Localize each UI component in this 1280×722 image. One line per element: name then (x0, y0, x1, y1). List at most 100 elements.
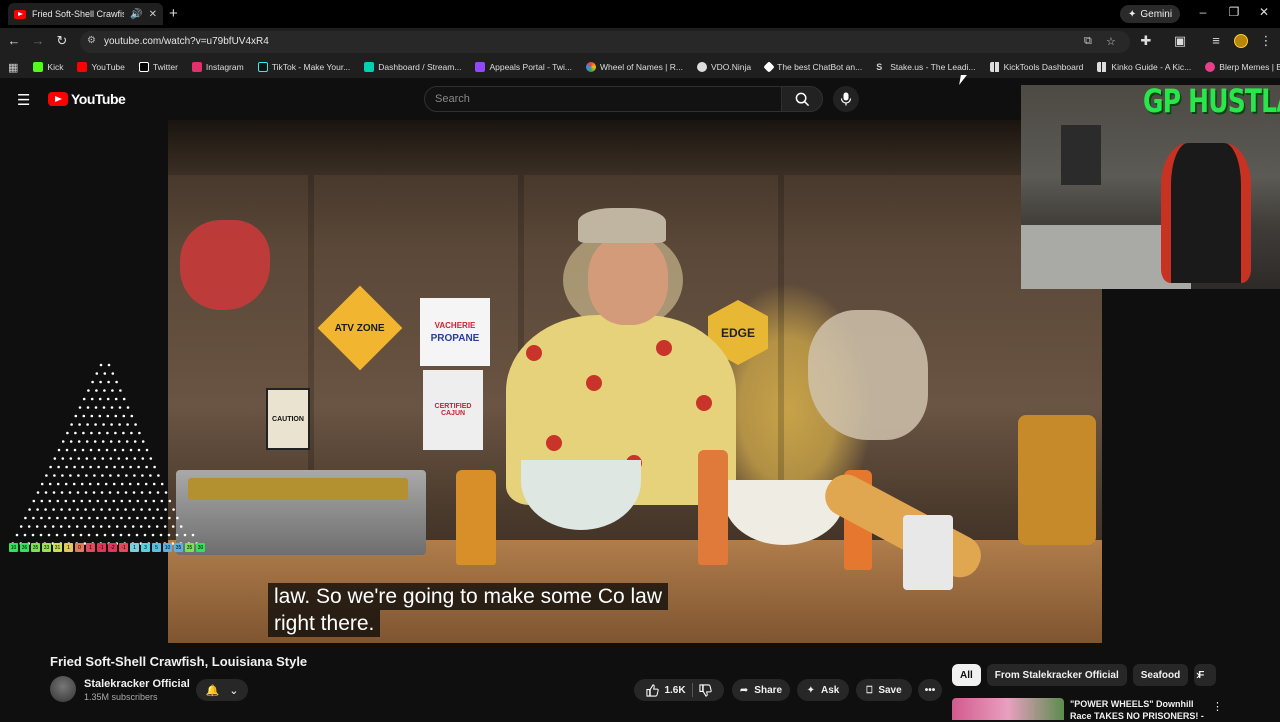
back-icon[interactable]: ← (6, 33, 22, 48)
visualizer-dot (149, 474, 152, 477)
chip-all[interactable]: All (952, 664, 981, 686)
search-input[interactable]: Search (424, 86, 782, 112)
more-vertical-icon[interactable]: ⋮ (1212, 700, 1223, 713)
cast-icon[interactable]: ⧉ (1084, 35, 1092, 48)
more-actions-button[interactable]: ••• (918, 679, 942, 701)
video-player[interactable]: ATV ZONE VACHERIE PROPANE CAUTION CERTIF… (168, 120, 1102, 643)
visualizer-dot (128, 499, 132, 503)
visualizer-dot (51, 525, 55, 528)
reload-icon[interactable]: ↻ (54, 33, 70, 49)
thumbs-down-icon[interactable] (698, 683, 712, 697)
reading-list-icon[interactable]: ≡ (1208, 33, 1224, 48)
visualizer-dot (49, 465, 52, 469)
apps-grid-icon[interactable]: ▦ (8, 61, 26, 74)
visualizer-dot (92, 491, 96, 494)
chip-seafood[interactable]: Seafood (1132, 664, 1189, 686)
menu-kebab-icon[interactable]: ⋮ (1258, 33, 1274, 49)
bookmark-vdo[interactable]: VDO.Ninja (690, 56, 758, 78)
visualizer-dot (68, 491, 72, 494)
bookmark-star-icon[interactable]: ☆ (1106, 35, 1116, 48)
animal-hide (808, 310, 928, 440)
x-icon (138, 62, 149, 72)
visualizer-dot (48, 499, 52, 503)
visualizer-dot (98, 414, 102, 418)
bookmark-wheel[interactable]: Wheel of Names | R... (579, 56, 690, 78)
address-bar[interactable]: ⚙ youtube.com/watch?v=u79bfUV4xR4 ⧉ ☆ (80, 31, 1130, 53)
visualizer-dot (36, 491, 40, 494)
like-button[interactable]: 1.6K (646, 683, 686, 697)
speaker-icon[interactable]: 🔊 (130, 9, 142, 20)
channel-avatar[interactable] (50, 676, 76, 702)
minimize-icon[interactable]: – (1193, 5, 1213, 19)
gemini-button[interactable]: ✦ Gemini (1120, 5, 1181, 23)
profile-avatar[interactable] (1234, 34, 1248, 48)
restore-icon[interactable]: ❐ (1224, 5, 1244, 19)
close-tab-icon[interactable]: ✕ (149, 9, 157, 20)
voice-search-button[interactable] (833, 86, 859, 112)
visualizer-dot (144, 499, 148, 503)
mustard-bottle (456, 470, 496, 565)
visualizer-dot (56, 482, 60, 486)
visualizer-dot (70, 423, 73, 426)
bookmark-dashboard[interactable]: Dashboard / Stream... (357, 56, 468, 78)
chevron-right-icon[interactable]: › (1196, 667, 1200, 682)
certified-cajun-sign: CERTIFIED CAJUN (423, 370, 483, 450)
visualizer-dot (85, 440, 89, 443)
bookmark-youtube[interactable]: YouTube (70, 56, 131, 78)
bookmark-label: Appeals Portal - Twi... (489, 62, 572, 72)
chip-from-channel[interactable]: From Stalekracker Official (986, 664, 1127, 686)
visualizer-dot (179, 525, 183, 528)
ask-button[interactable]: ✦ Ask (797, 679, 849, 701)
notification-bell-button[interactable]: 🔔 ⌄ (196, 679, 248, 701)
bookmark-kinko[interactable]: Kinko Guide - A Kic... (1090, 56, 1198, 78)
url-text[interactable]: youtube.com/watch?v=u79bfUV4xR4 (104, 36, 269, 47)
bookmark-blerp[interactable]: Blerp Memes | Best... (1198, 56, 1280, 78)
visualizer-dot (136, 482, 140, 486)
visualizer-dot (71, 533, 75, 537)
bookmark-label: TikTok - Make Your... (271, 62, 351, 72)
visualizer-level-cell: 3 (141, 543, 150, 552)
bookmark-kicktools[interactable]: KickTools Dashboard (983, 56, 1091, 78)
youtube-logo[interactable]: YouTube (48, 91, 126, 107)
bookmark-label: Twitter (152, 62, 178, 72)
bookmark-tiktok[interactable]: TikTok - Make Your... (251, 56, 358, 78)
recommended-title[interactable]: "POWER WHEELS" Downhill Race TAKES NO PR… (1070, 698, 1210, 722)
visualizer-dot (117, 457, 121, 460)
media-icon[interactable]: ▣ (1172, 33, 1188, 49)
visualizer-dot (83, 525, 87, 528)
close-window-icon[interactable]: ✕ (1254, 5, 1274, 19)
share-button[interactable]: ➦ Share (732, 679, 790, 701)
visualizer-dot (152, 482, 156, 486)
site-info-icon[interactable]: ⚙ (87, 35, 96, 46)
extensions-icon[interactable]: ✚ (1138, 33, 1154, 49)
search-button[interactable] (781, 86, 823, 112)
visualizer-dot (125, 457, 129, 460)
visualizer-dot (81, 448, 85, 452)
visualizer-dot (145, 448, 149, 452)
visualizer-dot (32, 499, 36, 503)
visualizer-dot (73, 448, 77, 452)
bookmark-appeals[interactable]: Appeals Portal - Twi... (468, 56, 579, 78)
ask-label: Ask (821, 684, 840, 696)
browser-tab[interactable]: Fried Soft-Shell Crawfish, Lo 🔊 ✕ (8, 3, 163, 25)
bookmark-instagram[interactable]: Instagram (185, 56, 251, 78)
visualizer-dot (133, 474, 136, 477)
visualizer-dot (136, 499, 140, 503)
bookmark-chatbot[interactable]: The best ChatBot an... (758, 56, 869, 78)
channel-name[interactable]: Stalekracker Official (84, 678, 190, 690)
visualizer-dot (90, 397, 94, 401)
share-label: Share (754, 684, 783, 696)
save-button[interactable]: ⎕ Save (856, 679, 912, 701)
visualizer-dot (82, 397, 86, 401)
recommended-thumbnail[interactable] (952, 698, 1064, 720)
webcam-overlay-text: GP HUSTLA (1143, 82, 1280, 120)
new-tab-button[interactable]: + (169, 5, 178, 22)
webcam-shelf (1061, 125, 1101, 185)
visualizer-dot (108, 491, 112, 494)
visualizer-dot (64, 482, 68, 486)
visualizer-dot (98, 431, 101, 435)
hamburger-menu-icon[interactable]: ☰ (17, 91, 30, 109)
bookmark-kick[interactable]: Kick (26, 56, 70, 78)
bookmark-twitter[interactable]: Twitter (132, 56, 185, 78)
forward-icon[interactable]: → (30, 33, 46, 48)
